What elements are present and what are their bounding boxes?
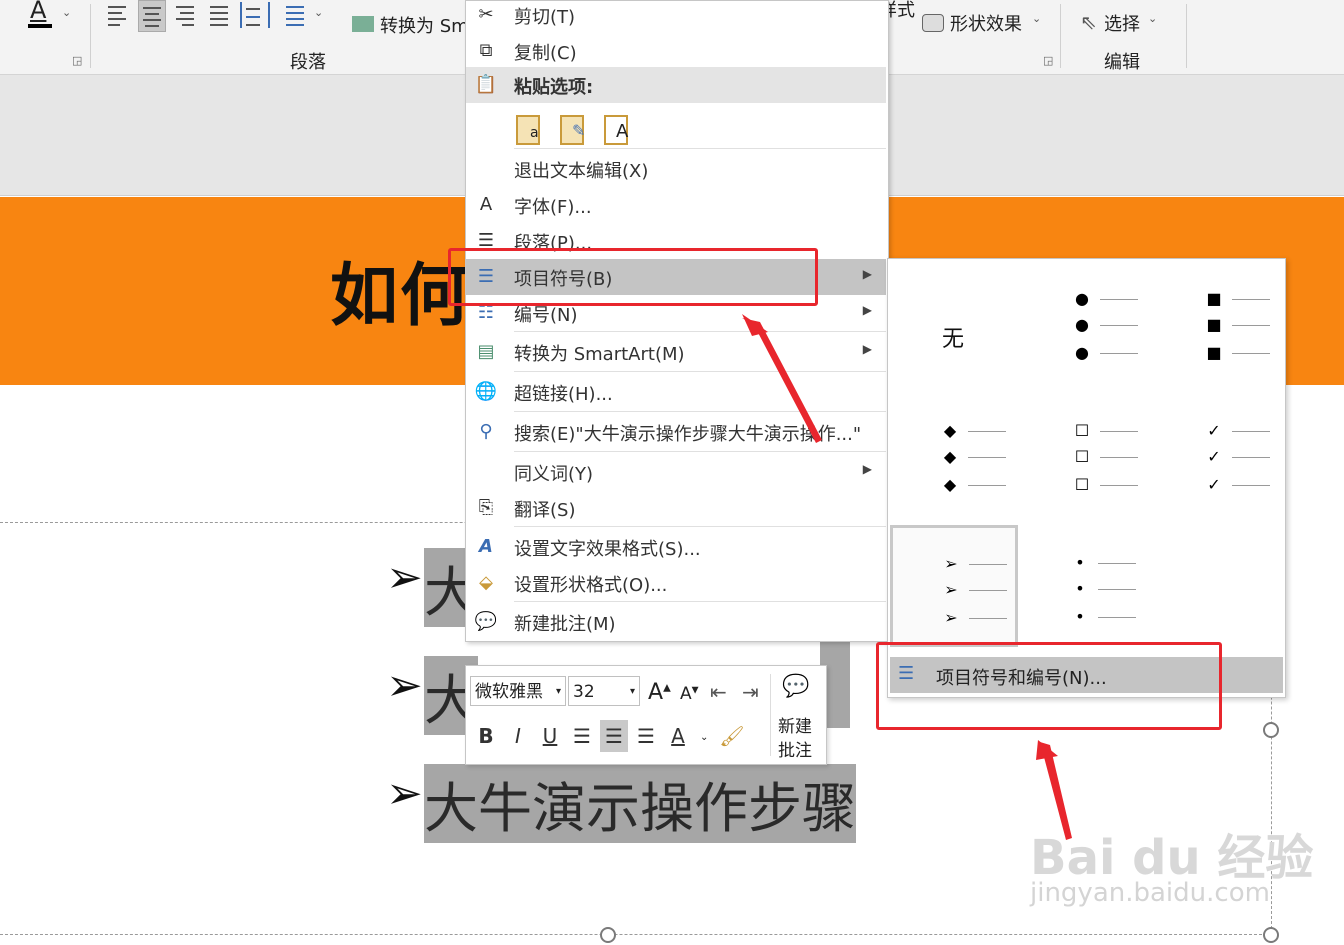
baidu-watermark-url: jingyan.baidu.com	[1030, 878, 1270, 908]
arrow-to-bullets-head	[742, 314, 768, 336]
arrow-to-footer-head	[1036, 740, 1058, 760]
arrow-to-bullets	[742, 318, 822, 443]
annotation-arrows	[742, 314, 1072, 840]
